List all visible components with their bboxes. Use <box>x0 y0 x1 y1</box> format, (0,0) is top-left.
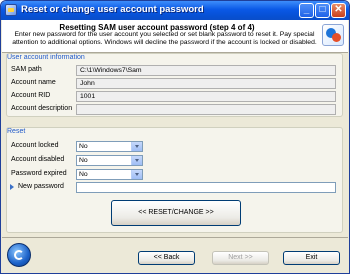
window-title: Reset or change user account password <box>21 4 204 15</box>
account-rid-field[interactable]: 1001 <box>76 91 336 102</box>
sam-path-field[interactable]: C:\1\Windows7\Sam <box>76 65 336 76</box>
account-locked-label: Account locked <box>11 142 59 149</box>
exit-button[interactable]: Exit <box>283 251 340 265</box>
new-password-label: New password <box>18 183 64 190</box>
next-button[interactable]: Next >> <box>212 251 269 265</box>
key-icon <box>5 4 17 16</box>
account-name-row: Account name John <box>11 78 337 89</box>
sam-path-row: SAM path C:\1\Windows7\Sam <box>11 65 337 76</box>
reset-change-button[interactable]: << RESET/CHANGE >> <box>111 200 241 226</box>
password-expired-label: Password expired <box>11 170 67 177</box>
account-disabled-select[interactable]: No <box>76 155 143 166</box>
account-description-row: Account description <box>11 104 337 115</box>
wizard-window: Reset or change user account password _ … <box>0 0 350 274</box>
account-disabled-row: Account disabled No <box>11 155 337 166</box>
account-disabled-value: No <box>79 157 88 164</box>
wizard-logo-icon <box>322 24 344 46</box>
back-button[interactable]: << Back <box>138 251 195 265</box>
footer-divider <box>2 237 348 238</box>
account-locked-select[interactable]: No <box>76 141 143 152</box>
password-expired-value: No <box>79 171 88 178</box>
chevron-down-icon[interactable] <box>131 142 142 151</box>
account-rid-row: Account RID 1001 <box>11 91 337 102</box>
account-name-field[interactable]: John <box>76 78 336 89</box>
minimize-button[interactable]: _ <box>299 3 314 18</box>
new-password-input[interactable] <box>76 182 336 193</box>
account-locked-row: Account locked No <box>11 141 337 152</box>
sam-path-label: SAM path <box>11 66 42 73</box>
account-disabled-label: Account disabled <box>11 156 65 163</box>
account-rid-label: Account RID <box>11 92 51 99</box>
close-button[interactable]: ✕ <box>331 3 346 18</box>
maximize-button[interactable]: □ <box>315 3 330 18</box>
chevron-down-icon[interactable] <box>131 156 142 165</box>
account-description-field[interactable] <box>76 104 336 115</box>
password-expired-select[interactable]: No <box>76 169 143 180</box>
step-description: Enter new password for the user account … <box>12 31 317 46</box>
account-locked-value: No <box>79 143 88 150</box>
arrow-right-icon <box>10 184 14 190</box>
wizard-header: Resetting SAM user account password (ste… <box>2 20 348 52</box>
title-bar[interactable]: Reset or change user account password _ … <box>1 1 349 20</box>
app-logo-icon <box>7 243 31 267</box>
account-description-label: Account description <box>11 105 73 112</box>
user-info-group-label: User account information <box>7 54 85 61</box>
password-expired-row: Password expired No <box>11 169 337 180</box>
account-name-label: Account name <box>11 79 56 86</box>
reset-group-label: Reset <box>7 128 26 135</box>
new-password-row: New password <box>10 182 337 193</box>
chevron-down-icon[interactable] <box>131 170 142 179</box>
